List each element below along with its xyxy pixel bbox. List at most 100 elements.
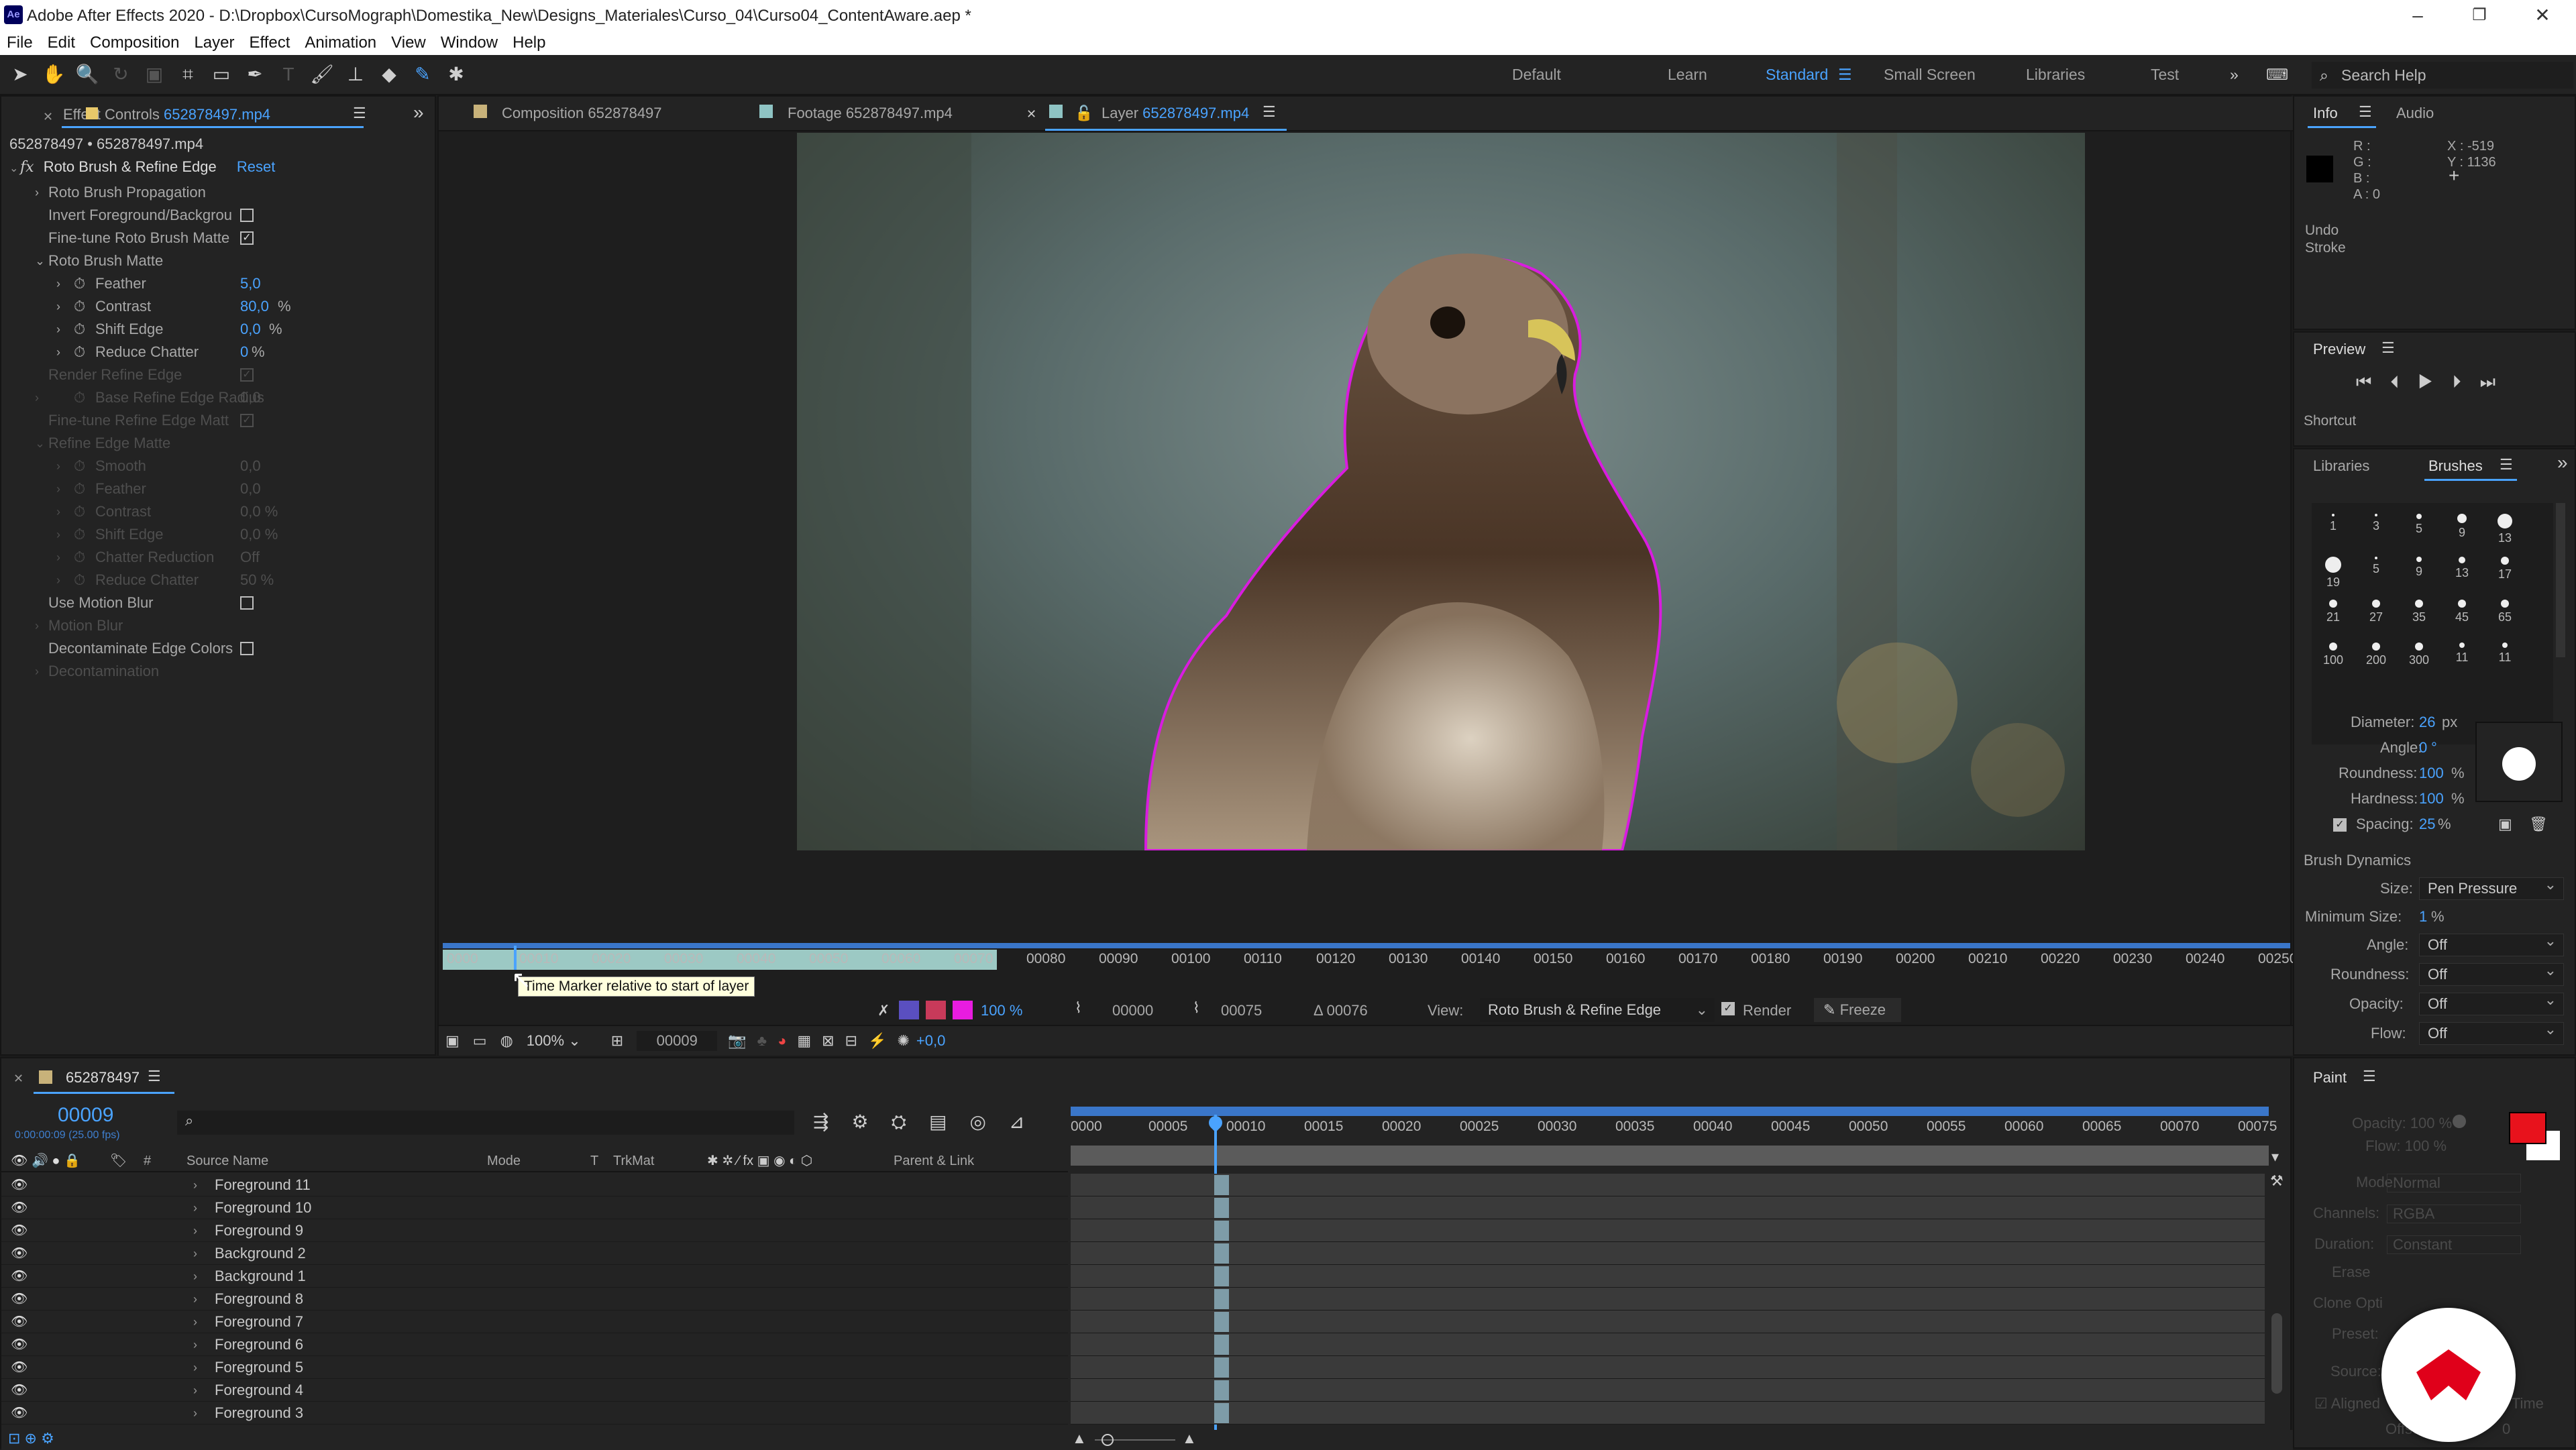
- zoom-dropdown[interactable]: 100% ⌄: [527, 1032, 600, 1050]
- draft-3d-icon[interactable]: ⚙: [851, 1111, 891, 1132]
- view-dropdown[interactable]: Roto Brush & Refine Edge ⌄: [1480, 998, 1715, 1022]
- brush-tip[interactable]: 45: [2442, 594, 2482, 636]
- hand-tool-icon[interactable]: ✋: [40, 61, 67, 88]
- fast-previews-icon[interactable]: ⚡: [868, 1032, 886, 1050]
- stopwatch-icon[interactable]: ⏱: [74, 546, 85, 569]
- effect-property-row[interactable]: › ⏱ Contrast 80,0%: [1, 295, 411, 318]
- effect-property-checkbox[interactable]: [240, 414, 254, 427]
- close-timeline-icon[interactable]: ✕: [13, 1072, 23, 1086]
- layer-duration-block[interactable]: [1214, 1335, 1229, 1355]
- tab-brushes[interactable]: Brushes: [2428, 457, 2483, 475]
- expand-panel-icon[interactable]: »: [413, 102, 424, 123]
- brush-tip[interactable]: 100: [2313, 637, 2353, 679]
- timeline-comp-tab[interactable]: 652878497: [66, 1069, 140, 1086]
- hardness-value[interactable]: 100: [2419, 790, 2444, 807]
- layer-duration-block[interactable]: [1214, 1266, 1229, 1286]
- menu-effect[interactable]: Effect: [249, 34, 290, 52]
- effect-property-checkbox[interactable]: [240, 231, 254, 245]
- pen-tool-icon[interactable]: ✒: [241, 61, 268, 88]
- tab-audio[interactable]: Audio: [2396, 105, 2434, 122]
- preview-menu-icon[interactable]: ☰: [2381, 339, 2395, 357]
- maximize-icon[interactable]: ❐: [2466, 4, 2493, 27]
- dynamics-roundness-dropdown[interactable]: Off: [2419, 960, 2564, 986]
- stopwatch-icon[interactable]: ⏱: [74, 478, 85, 500]
- out-point-value[interactable]: 00075: [1221, 1002, 1262, 1019]
- layer-duration-block[interactable]: [1214, 1198, 1229, 1218]
- effect-property-row[interactable]: › ⏱ Shift Edge 0,0%: [1, 318, 411, 341]
- effect-property-row[interactable]: › Decontamination: [1, 660, 411, 683]
- twirl-closed-icon[interactable]: ›: [56, 500, 60, 523]
- workspace-menu-icon[interactable]: ☰: [1838, 66, 1852, 84]
- brush-scrollbar[interactable]: [2556, 503, 2565, 657]
- effect-property-row[interactable]: › ⏱ Shift Edge 0,0 %: [1, 523, 411, 546]
- dynamics-flow-dropdown[interactable]: Off: [2419, 1019, 2564, 1045]
- 3d-view-icon[interactable]: ⊟: [845, 1032, 857, 1050]
- timecode[interactable]: 00009: [58, 1104, 113, 1127]
- stopwatch-icon[interactable]: ⏱: [74, 318, 85, 341]
- workspace-standard[interactable]: Standard: [1766, 66, 1828, 84]
- effect-property-row[interactable]: › ⏱ Feather 5,0: [1, 272, 411, 295]
- brush-tip[interactable]: 17: [2485, 551, 2525, 593]
- layer-track-bar[interactable]: [1071, 1242, 2265, 1265]
- monitor-icon[interactable]: ▭: [473, 1032, 487, 1050]
- effect-property-row[interactable]: Decontaminate Edge Colors: [1, 637, 411, 660]
- layer-lock-icon[interactable]: 🔓: [1075, 105, 1093, 122]
- layer-duration-block[interactable]: [1214, 1175, 1229, 1195]
- twirl-closed-icon[interactable]: ›: [56, 295, 60, 318]
- zoom-out-icon[interactable]: ▲: [1072, 1430, 1087, 1447]
- effect-property-row[interactable]: › Motion Blur: [1, 614, 411, 637]
- effect-property-row[interactable]: › ⏱ Base Refine Edge Radius 0,0: [1, 386, 411, 409]
- layer-duration-block[interactable]: [1214, 1289, 1229, 1309]
- stopwatch-icon[interactable]: ⏱: [74, 272, 85, 295]
- effect-property-row[interactable]: Fine-tune Roto Brush Matte: [1, 227, 411, 249]
- rotate-tool-icon[interactable]: ↻: [107, 61, 134, 88]
- twirl-open-icon[interactable]: ⌄: [35, 249, 45, 272]
- tab-info[interactable]: Info: [2313, 105, 2338, 122]
- effect-property-checkbox[interactable]: [240, 596, 254, 610]
- spacing-value[interactable]: 25: [2419, 816, 2435, 833]
- minimize-icon[interactable]: –: [2404, 4, 2431, 27]
- menu-layer[interactable]: Layer: [194, 34, 234, 52]
- comp-mini-flowchart-icon[interactable]: ⇶: [813, 1111, 851, 1132]
- info-menu-icon[interactable]: ☰: [2359, 103, 2372, 121]
- out-point-icon[interactable]: ⌇: [1193, 999, 1200, 1017]
- twirl-closed-icon[interactable]: ›: [56, 569, 60, 592]
- effect-property-row[interactable]: › ⏱ Feather 0,0: [1, 478, 411, 500]
- brush-tool-icon[interactable]: 🖌: [309, 61, 335, 88]
- dynamics-angle-dropdown[interactable]: Off: [2419, 930, 2564, 956]
- brush-tip[interactable]: 13: [2442, 551, 2482, 593]
- timeline-ruler[interactable]: 0000 00005 00010 00015 00020 00025 00030 00035 0…: [1071, 1119, 2277, 1139]
- angle-value[interactable]: 0: [2419, 739, 2427, 757]
- twirl-closed-icon[interactable]: ›: [56, 318, 60, 341]
- region-of-interest-icon[interactable]: ⊞: [611, 1032, 623, 1050]
- twirl-closed-icon[interactable]: ›: [35, 386, 39, 409]
- layer-track-bar[interactable]: [1071, 1379, 2265, 1402]
- effect-property-value[interactable]: 80,0: [240, 295, 269, 318]
- close-layer-tab-icon[interactable]: ✕: [1026, 107, 1036, 121]
- exposure-value[interactable]: +0,0: [916, 1032, 945, 1050]
- current-frame-field[interactable]: 00009: [637, 1031, 718, 1051]
- menu-composition[interactable]: Composition: [90, 34, 179, 52]
- effect-property-row[interactable]: ⌄ Roto Brush Matte: [1, 249, 411, 272]
- brush-tip[interactable]: 13: [2485, 508, 2525, 550]
- brush-tip[interactable]: 65: [2485, 594, 2525, 636]
- effect-property-checkbox[interactable]: [240, 642, 254, 655]
- effect-property-value[interactable]: 0,0: [240, 386, 261, 409]
- work-area-bar[interactable]: [1071, 1146, 2269, 1166]
- always-preview-icon[interactable]: ▣: [445, 1032, 460, 1050]
- brush-tip[interactable]: 11: [2442, 637, 2482, 679]
- grid-icon[interactable]: ⊠: [822, 1032, 834, 1050]
- last-frame-icon[interactable]: ⏭: [2480, 372, 2514, 392]
- brush-tip[interactable]: 9: [2442, 508, 2482, 550]
- layer-track-bar[interactable]: [1071, 1288, 2265, 1310]
- more-workspaces-icon[interactable]: »: [2230, 66, 2239, 84]
- delete-brush-icon[interactable]: 🗑: [2529, 816, 2548, 833]
- snapshot-icon[interactable]: 📷: [728, 1032, 746, 1050]
- layer-track-bar[interactable]: [1071, 1333, 2265, 1356]
- brush-tip[interactable]: 200: [2356, 637, 2396, 679]
- layer-track-bar[interactable]: [1071, 1174, 2265, 1196]
- twirl-closed-icon[interactable]: ›: [56, 455, 60, 478]
- effect-property-row[interactable]: Use Motion Blur: [1, 592, 411, 614]
- twirl-closed-icon[interactable]: ›: [35, 181, 39, 204]
- menu-help[interactable]: Help: [513, 34, 545, 52]
